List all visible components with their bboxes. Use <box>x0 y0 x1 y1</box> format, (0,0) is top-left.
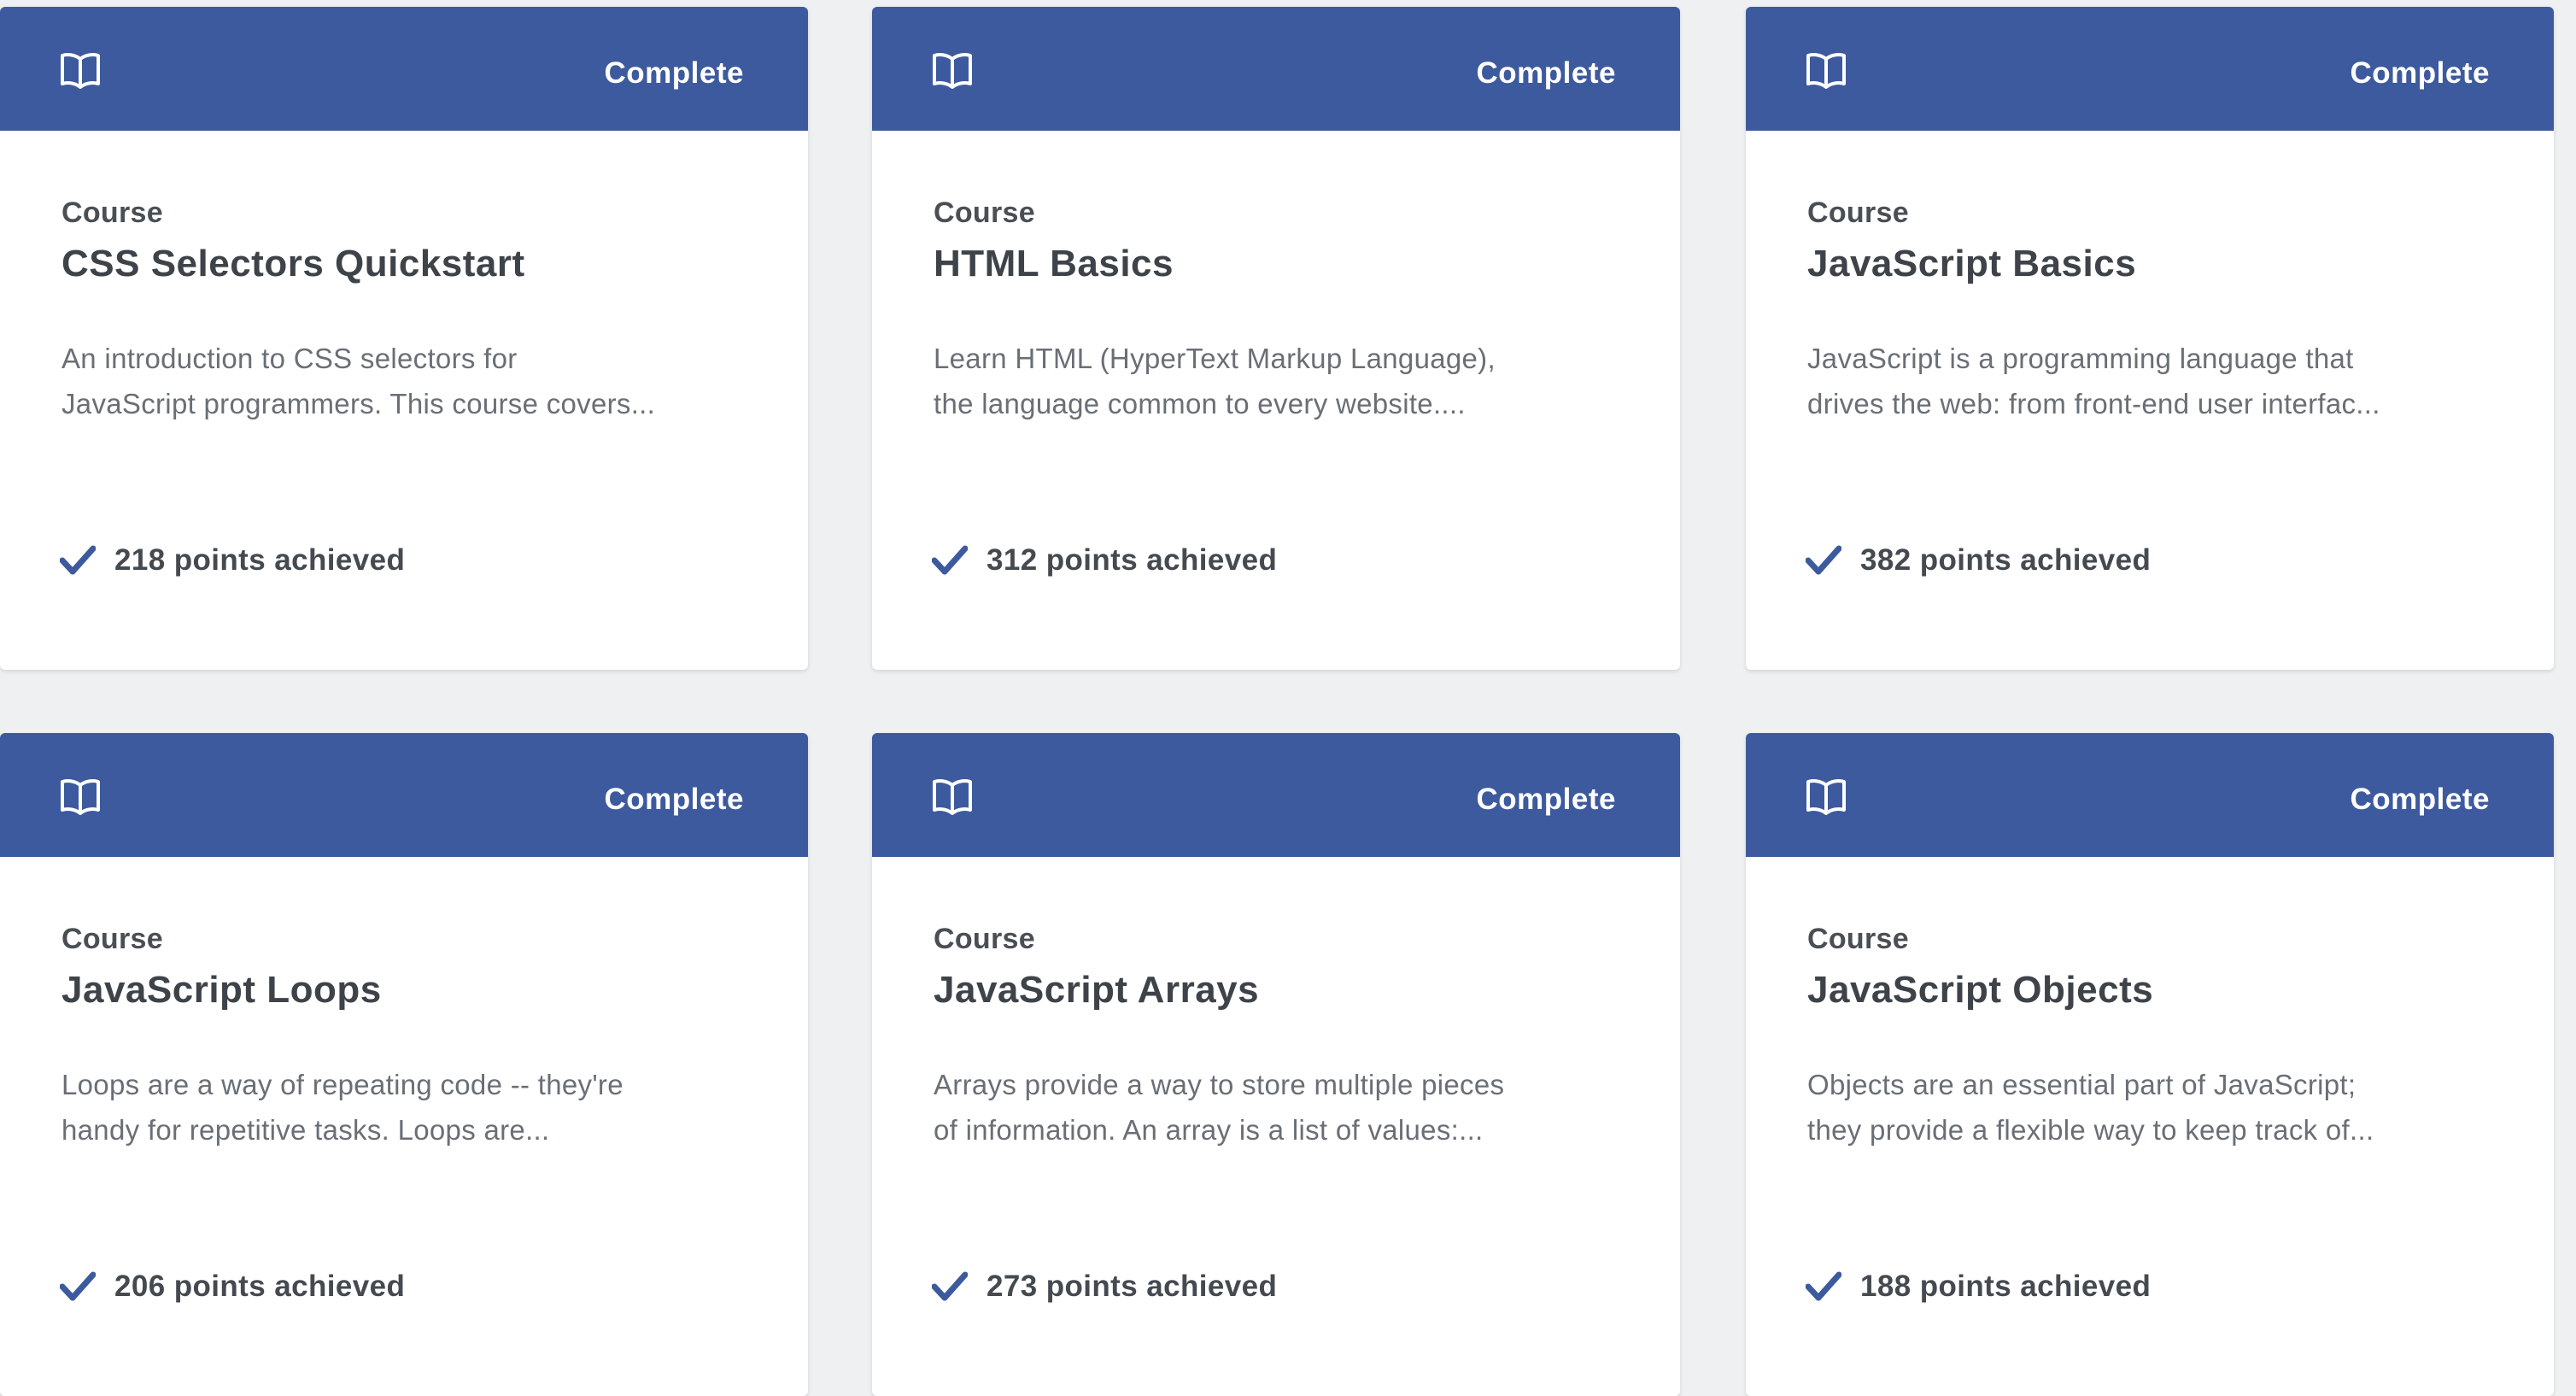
check-icon <box>1806 1271 1841 1302</box>
check-icon <box>60 545 96 576</box>
book-icon <box>932 51 973 89</box>
points-achieved: 312 points achieved <box>986 543 1278 577</box>
course-description: An introduction to CSS selectors for Jav… <box>61 343 656 419</box>
course-card[interactable]: Complete Course JavaScript Basics JavaSc… <box>1746 7 2554 670</box>
check-icon <box>932 545 968 576</box>
card-type: Course <box>934 196 1035 229</box>
points-achieved: 382 points achieved <box>1860 543 2152 577</box>
course-card[interactable]: Complete Course JavaScript Loops Loops a… <box>0 733 808 1396</box>
course-description: Arrays provide a way to store multiple p… <box>934 1069 1505 1146</box>
course-title[interactable]: HTML Basics <box>934 243 1174 285</box>
course-description: JavaScript is a programming language tha… <box>1807 343 2380 419</box>
course-card[interactable]: Complete Course HTML Basics Learn HTML (… <box>872 7 1680 670</box>
course-title[interactable]: JavaScript Loops <box>61 969 382 1012</box>
points-row: 206 points achieved <box>60 1270 405 1304</box>
points-row: 382 points achieved <box>1806 543 2151 578</box>
book-icon <box>932 777 973 815</box>
card-type: Course <box>934 923 1035 955</box>
card-type: Course <box>61 196 163 229</box>
status-label: Complete <box>1476 783 1616 816</box>
status-label: Complete <box>604 783 744 816</box>
points-row: 218 points achieved <box>60 543 405 578</box>
points-achieved: 188 points achieved <box>1860 1270 2152 1303</box>
check-icon <box>60 1271 96 1302</box>
points-achieved: 273 points achieved <box>986 1270 1278 1303</box>
points-row: 273 points achieved <box>932 1270 1277 1304</box>
book-icon <box>1806 777 1847 815</box>
card-header: Complete <box>0 7 808 131</box>
course-grid: Complete Course CSS Selectors Quickstart… <box>0 0 2576 1396</box>
card-header: Complete <box>872 7 1680 131</box>
course-card[interactable]: Complete Course JavaScript Objects Objec… <box>1746 733 2554 1396</box>
card-type: Course <box>61 923 163 955</box>
status-label: Complete <box>2350 783 2490 816</box>
card-header: Complete <box>0 733 808 857</box>
check-icon <box>932 1271 968 1302</box>
status-label: Complete <box>1476 56 1616 90</box>
check-icon <box>1806 545 1841 576</box>
card-type: Course <box>1807 923 1909 955</box>
course-card[interactable]: Complete Course JavaScript Arrays Arrays… <box>872 733 1680 1396</box>
book-icon <box>60 51 101 89</box>
card-header: Complete <box>1746 7 2554 131</box>
course-description: Loops are a way of repeating code -- the… <box>61 1069 624 1146</box>
course-description: Objects are an essential part of JavaScr… <box>1807 1069 2374 1146</box>
course-title[interactable]: JavaScript Arrays <box>934 969 1259 1012</box>
points-achieved: 206 points achieved <box>114 1270 406 1303</box>
card-type: Course <box>1807 196 1909 229</box>
points-row: 312 points achieved <box>932 543 1277 578</box>
course-card[interactable]: Complete Course CSS Selectors Quickstart… <box>0 7 808 670</box>
points-achieved: 218 points achieved <box>114 543 406 577</box>
course-description: Learn HTML (HyperText Markup Language), … <box>934 343 1496 419</box>
course-title[interactable]: JavaScript Objects <box>1807 969 2153 1012</box>
book-icon <box>60 777 101 815</box>
card-header: Complete <box>872 733 1680 857</box>
status-label: Complete <box>604 56 744 90</box>
course-title[interactable]: CSS Selectors Quickstart <box>61 243 525 285</box>
course-title[interactable]: JavaScript Basics <box>1807 243 2136 285</box>
book-icon <box>1806 51 1847 89</box>
points-row: 188 points achieved <box>1806 1270 2151 1304</box>
card-header: Complete <box>1746 733 2554 857</box>
status-label: Complete <box>2350 56 2490 90</box>
